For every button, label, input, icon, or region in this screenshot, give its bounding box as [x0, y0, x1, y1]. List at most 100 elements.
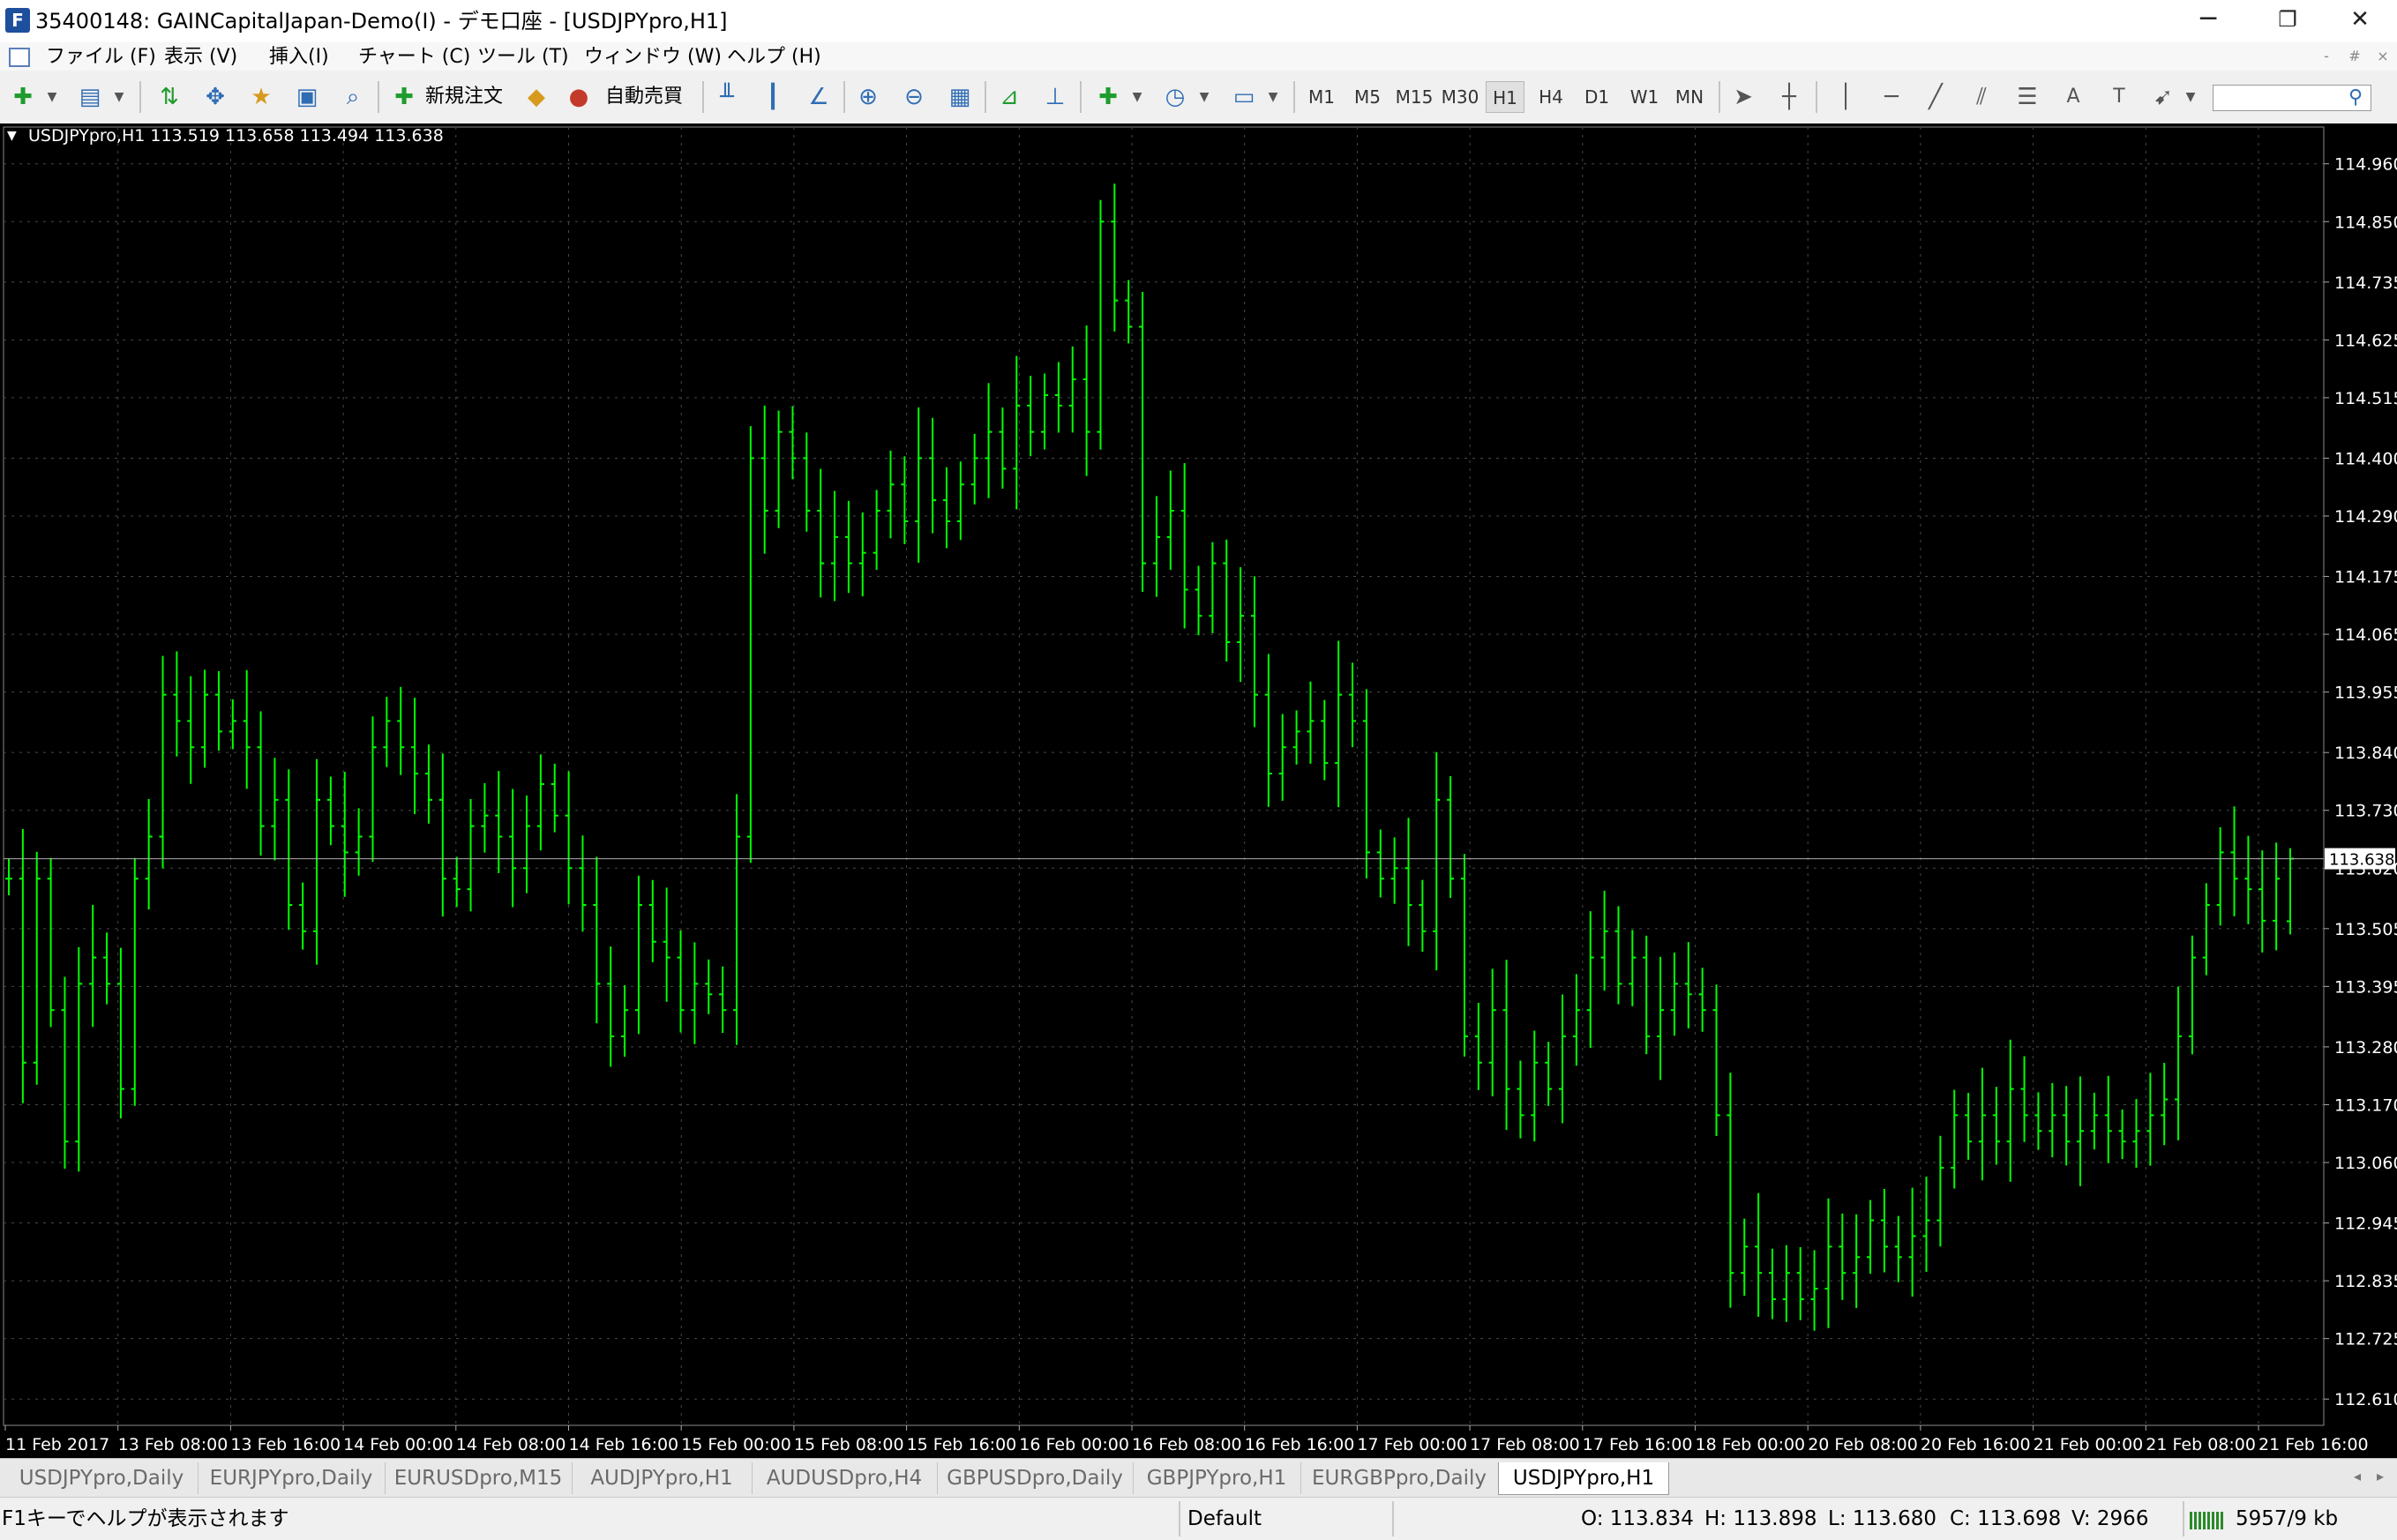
menu-tools[interactable]: ツール (T)	[477, 46, 569, 69]
time-axis-label: 21 Feb 00:00	[2034, 1435, 2144, 1454]
tabs-scroll-left-icon[interactable]: ◂	[2354, 1468, 2361, 1484]
navigator-icon[interactable]: ★	[247, 83, 275, 111]
arrows-icon[interactable]: ➹	[2149, 83, 2177, 111]
timeframe-mn[interactable]: MN	[1669, 81, 1710, 113]
chevron-down-icon[interactable]: ▼	[1267, 83, 1279, 111]
time-axis-label: 21 Feb 08:00	[2146, 1435, 2256, 1454]
ohlc-bar	[1614, 906, 1622, 1005]
profiles-icon[interactable]: ▤	[76, 83, 104, 111]
time-axis-label: 15 Feb 16:00	[907, 1435, 1017, 1454]
minimize-button[interactable]: ─	[2171, 0, 2245, 39]
ohlc-bar	[313, 759, 321, 965]
timeframe-m15[interactable]: M15	[1392, 81, 1436, 113]
menu-help[interactable]: ヘルプ (H)	[727, 46, 821, 69]
ohlc-bar	[1782, 1245, 1790, 1322]
data-window-icon[interactable]: ✥	[201, 83, 229, 111]
bar-chart-icon[interactable]: ╨	[713, 83, 741, 111]
chart-window[interactable]: 114.960 114.850 114.735 114.625 114.515 114.4…	[0, 123, 2397, 1458]
ohlc-bar	[1755, 1192, 1763, 1317]
autotrading-button[interactable]: 自動売買	[605, 85, 683, 109]
ohlc-bar-chart[interactable]: 114.960 114.850 114.735 114.625 114.515 114.4…	[0, 123, 2397, 1458]
chart-shift-icon[interactable]: ⊥	[1041, 83, 1069, 111]
tab-usdjpy-h1[interactable]: USDJPYpro,H1	[1498, 1462, 1669, 1495]
tab-eurjpy-daily[interactable]: EURJPYpro,Daily	[198, 1462, 386, 1494]
terminal-icon[interactable]: ▣	[293, 83, 321, 111]
close-button[interactable]: ✕	[2323, 0, 2397, 39]
chart-info-toggle-icon[interactable]: ▼	[7, 128, 17, 144]
ohlc-bar	[285, 769, 293, 931]
tabs-scroll-right-icon[interactable]: ▸	[2377, 1468, 2384, 1484]
autotrading-icon[interactable]: ●	[565, 83, 593, 111]
ohlc-bar	[257, 711, 265, 856]
ohlc-bar	[2132, 1098, 2140, 1168]
tab-audjpy-h1[interactable]: AUDJPYpro,H1	[572, 1462, 753, 1494]
timeframe-h1[interactable]: H1	[1486, 81, 1524, 113]
new-chart-icon[interactable]: ✚	[9, 83, 37, 111]
chart-window-icon[interactable]	[9, 48, 30, 67]
new-order-icon[interactable]: ✚	[390, 83, 418, 111]
tile-windows-icon[interactable]: ▦	[946, 83, 974, 111]
tab-audusd-h4[interactable]: AUDUSDpro,H4	[752, 1462, 938, 1494]
chevron-down-icon[interactable]: ▼	[1131, 83, 1143, 111]
price-axis-label: 112.610	[2334, 1390, 2397, 1409]
toolbar-separator	[1816, 81, 1817, 113]
chevron-down-icon[interactable]: ▼	[2184, 83, 2197, 111]
ohlc-bar	[1139, 291, 1147, 592]
menu-file[interactable]: ファイル (F)	[46, 46, 156, 69]
price-axis-label: 114.290	[2334, 507, 2397, 527]
chevron-down-icon[interactable]: ▼	[46, 83, 58, 111]
chevron-down-icon[interactable]: ▼	[1198, 83, 1210, 111]
ohlc-bar	[1629, 930, 1637, 1006]
trendline-icon[interactable]: ╱	[1921, 83, 1950, 111]
cursor-icon[interactable]: ➤	[1729, 83, 1757, 111]
mdi-minimize-button[interactable]: -	[2313, 46, 2340, 67]
auto-scroll-icon[interactable]: ⊿	[995, 83, 1023, 111]
menu-insert[interactable]: 挿入(I)	[269, 46, 329, 69]
line-chart-icon[interactable]: ∠	[805, 83, 833, 111]
mdi-close-button[interactable]: ×	[2370, 46, 2396, 67]
tab-gbpusd-daily[interactable]: GBPUSDpro,Daily	[937, 1462, 1134, 1494]
text-label-icon[interactable]: T	[2105, 83, 2133, 111]
periods-clock-icon[interactable]: ◷	[1161, 83, 1189, 111]
crosshair-icon[interactable]: ┼	[1775, 83, 1803, 111]
vertical-line-icon[interactable]: │	[1831, 83, 1860, 111]
menu-window[interactable]: ウィンドウ (W)	[584, 46, 722, 69]
indicators-icon[interactable]: ✚	[1094, 83, 1122, 111]
timeframe-m5[interactable]: M5	[1348, 81, 1387, 113]
tab-eurusd-m15[interactable]: EURUSDpro,M15	[385, 1462, 573, 1494]
search-icon[interactable]: ⚲	[2348, 86, 2363, 109]
candlestick-icon[interactable]: ┃	[759, 83, 787, 111]
new-order-button[interactable]: 新規注文	[425, 85, 503, 109]
ohlc-bar	[1264, 654, 1272, 807]
ohlc-bar	[103, 932, 111, 1005]
tab-usdjpy-daily[interactable]: USDJPYpro,Daily	[5, 1462, 199, 1494]
metaeditor-icon[interactable]: ◆	[522, 83, 551, 111]
timeframe-m30[interactable]: M30	[1438, 81, 1482, 113]
timeframe-w1[interactable]: W1	[1625, 81, 1664, 113]
ohlc-bar	[1250, 576, 1258, 728]
horizontal-line-icon[interactable]: ─	[1877, 83, 1906, 111]
timeframe-m1[interactable]: M1	[1302, 81, 1341, 113]
fibonacci-icon[interactable]: ☰	[2013, 83, 2041, 111]
ohlc-bar	[803, 432, 811, 532]
strategy-tester-icon[interactable]: ⌕	[339, 83, 367, 111]
text-icon[interactable]: A	[2059, 83, 2087, 111]
tab-eurgbp-daily[interactable]: EURGBPpro,Daily	[1300, 1462, 1499, 1494]
market-watch-icon[interactable]: ⇅	[155, 83, 184, 111]
menu-charts[interactable]: チャート (C)	[358, 46, 470, 69]
ohlc-bar	[2034, 1092, 2042, 1150]
tab-gbpjpy-h1[interactable]: GBPJPYpro,H1	[1133, 1462, 1301, 1494]
zoom-in-icon[interactable]: ⊕	[854, 83, 882, 111]
ohlc-bar	[858, 512, 866, 597]
restore-button[interactable]: ❐	[2251, 0, 2325, 39]
chevron-down-icon[interactable]: ▼	[113, 83, 125, 111]
timeframe-d1[interactable]: D1	[1577, 81, 1616, 113]
templates-icon[interactable]: ▭	[1230, 83, 1258, 111]
zoom-out-icon[interactable]: ⊖	[900, 83, 928, 111]
timeframe-h4[interactable]: H4	[1532, 81, 1570, 113]
price-axis-label: 113.395	[2334, 977, 2397, 997]
menu-view[interactable]: 表示 (V)	[164, 46, 237, 69]
mdi-restore-button[interactable]: #	[2341, 46, 2368, 67]
equidistant-channel-icon[interactable]: ⫽	[1967, 83, 1996, 111]
search-input[interactable]	[2213, 85, 2371, 111]
